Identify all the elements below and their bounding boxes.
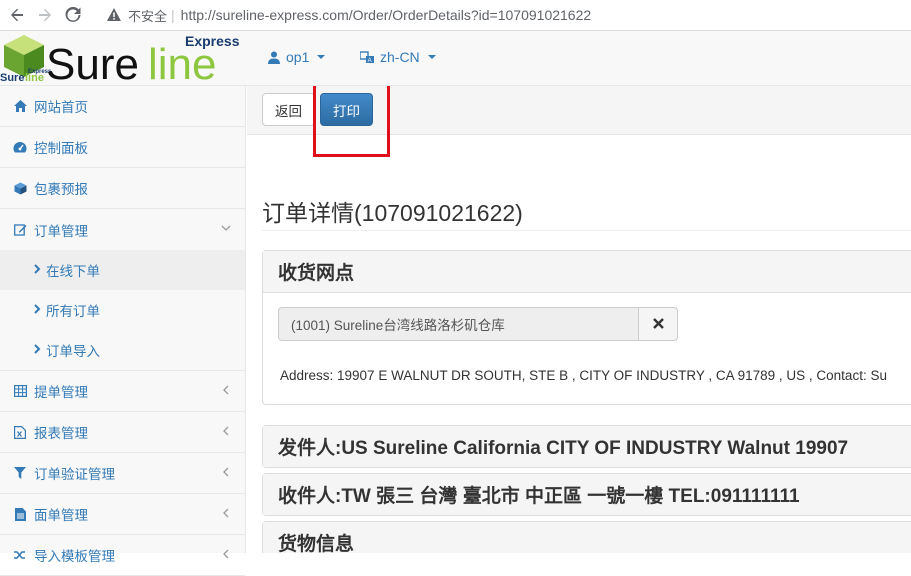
- receiving-point-panel: 收货网点 (1001) Sureline台湾线路洛杉矶仓库 Address: 1…: [262, 250, 911, 405]
- random-icon: [13, 548, 27, 562]
- file-excel-icon: [13, 425, 27, 439]
- title-divider: [262, 230, 911, 231]
- sidebar-item-label: 导入模板管理: [34, 549, 115, 564]
- table-icon: [13, 384, 27, 398]
- warning-triangle-icon: [106, 7, 122, 23]
- receiving-address: Address: 19907 E WALNUT DR SOUTH, STE B …: [280, 368, 887, 383]
- address-bar[interactable]: 不安全 | http://sureline-express.com/Order/…: [106, 3, 911, 27]
- sidebar-subitem-label: 在线下单: [46, 264, 100, 279]
- chevron-left-icon: [221, 508, 231, 518]
- cargo-heading[interactable]: 货物信息: [263, 522, 911, 553]
- sidebar-item-import-templates[interactable]: 导入模板管理: [0, 535, 245, 576]
- caret-down-icon: [427, 55, 436, 59]
- sidebar-item-label: 报表管理: [34, 426, 88, 441]
- sidebar-item-label: 面单管理: [34, 508, 88, 523]
- browser-toolbar: 不安全 | http://sureline-express.com/Order/…: [0, 0, 911, 31]
- clear-selection-button[interactable]: [638, 307, 678, 341]
- svg-text:Express: Express: [185, 33, 240, 49]
- sender-heading[interactable]: 发件人:US Sureline California CITY OF INDUS…: [263, 426, 911, 467]
- sidebar: 网站首页 控制面板 包裹预报 订单管理 在线下单 所有订单 订单导入 提单管理: [0, 86, 246, 576]
- back-arrow-icon[interactable]: [6, 4, 28, 26]
- cargo-panel[interactable]: 货物信息: [262, 521, 911, 553]
- sureline-logo[interactable]: Sure line Express Sure line Express: [0, 31, 246, 89]
- user-menu-label: op1: [286, 49, 310, 65]
- sidebar-item-label: 订单验证管理: [34, 467, 115, 482]
- back-button[interactable]: 返回: [262, 93, 315, 126]
- recipient-heading[interactable]: 收件人:TW 張三 台灣 臺北市 中正區 一號一樓 TEL:091111111: [263, 474, 911, 515]
- receiving-point-heading: 收货网点: [263, 251, 911, 293]
- language-icon: A: [360, 50, 374, 64]
- sidebar-item-home[interactable]: 网站首页: [0, 86, 245, 127]
- edit-icon: [13, 223, 27, 237]
- insecure-label: 不安全: [128, 8, 168, 24]
- order-management-group: 订单管理 在线下单 所有订单 订单导入: [0, 209, 245, 371]
- sidebar-item-label: 提单管理: [34, 385, 88, 400]
- chevron-right-icon: [33, 343, 41, 357]
- sidebar-subitem-label: 订单导入: [46, 344, 100, 359]
- home-icon: [13, 99, 27, 113]
- sidebar-subitem-online-order[interactable]: 在线下单: [0, 250, 245, 290]
- svg-text:A: A: [368, 58, 372, 64]
- chevron-right-icon: [33, 263, 41, 277]
- cube-icon: [13, 181, 27, 195]
- sidebar-item-label: 包裹预报: [34, 182, 88, 197]
- svg-text:Sure: Sure: [46, 40, 139, 86]
- sidebar-item-parcel-forecast[interactable]: 包裹预报: [0, 168, 245, 209]
- user-menu[interactable]: op1: [268, 49, 326, 65]
- url-text: http://sureline-express.com/Order/OrderD…: [180, 7, 592, 23]
- sidebar-subitem-label: 所有订单: [46, 304, 100, 319]
- forward-arrow-icon[interactable]: [34, 4, 56, 26]
- print-button-highlight: [313, 86, 390, 157]
- sidebar-subitem-order-import[interactable]: 订单导入: [0, 330, 245, 370]
- chevron-left-icon: [221, 385, 231, 395]
- chevron-left-icon: [221, 426, 231, 436]
- sidebar-item-label: 控制面板: [34, 141, 88, 156]
- language-menu[interactable]: A zh-CN: [360, 49, 436, 65]
- chevron-right-icon: [33, 303, 41, 317]
- chevron-left-icon: [221, 467, 231, 477]
- reload-icon[interactable]: [62, 4, 84, 26]
- user-icon: [268, 51, 280, 64]
- sidebar-item-waybill[interactable]: 面单管理: [0, 494, 245, 535]
- sender-panel[interactable]: 发件人:US Sureline California CITY OF INDUS…: [262, 425, 911, 468]
- sidebar-item-order-validation[interactable]: 订单验证管理: [0, 453, 245, 494]
- receiving-point-select[interactable]: (1001) Sureline台湾线路洛杉矶仓库: [278, 307, 639, 341]
- language-menu-label: zh-CN: [380, 49, 420, 65]
- close-icon: [652, 316, 664, 333]
- sidebar-item-bill-of-lading[interactable]: 提单管理: [0, 371, 245, 412]
- chevron-down-icon: [221, 223, 231, 233]
- dashboard-icon: [13, 140, 27, 154]
- file-text-icon: [13, 507, 27, 521]
- chevron-left-icon: [221, 549, 231, 559]
- sidebar-item-reports[interactable]: 报表管理: [0, 412, 245, 453]
- filter-icon: [13, 466, 27, 480]
- url-separator: |: [171, 7, 175, 23]
- recipient-panel[interactable]: 收件人:TW 張三 台灣 臺北市 中正區 一號一樓 TEL:091111111: [262, 473, 911, 516]
- main-content: 返回 打印 订单详情(107091021622) 收货网点 (1001) Sur…: [247, 86, 911, 553]
- sidebar-item-label: 订单管理: [34, 223, 88, 239]
- sidebar-item-dashboard[interactable]: 控制面板: [0, 127, 245, 168]
- sidebar-subitem-all-orders[interactable]: 所有订单: [0, 290, 245, 330]
- svg-text:Sure: Sure: [0, 72, 24, 84]
- page-title: 订单详情(107091021622): [262, 200, 523, 226]
- sidebar-item-label: 网站首页: [34, 100, 88, 115]
- caret-down-icon: [317, 55, 326, 59]
- app-header: Sure line Express Sure line Express op1 …: [0, 31, 911, 89]
- sidebar-item-order-management[interactable]: 订单管理: [0, 209, 245, 250]
